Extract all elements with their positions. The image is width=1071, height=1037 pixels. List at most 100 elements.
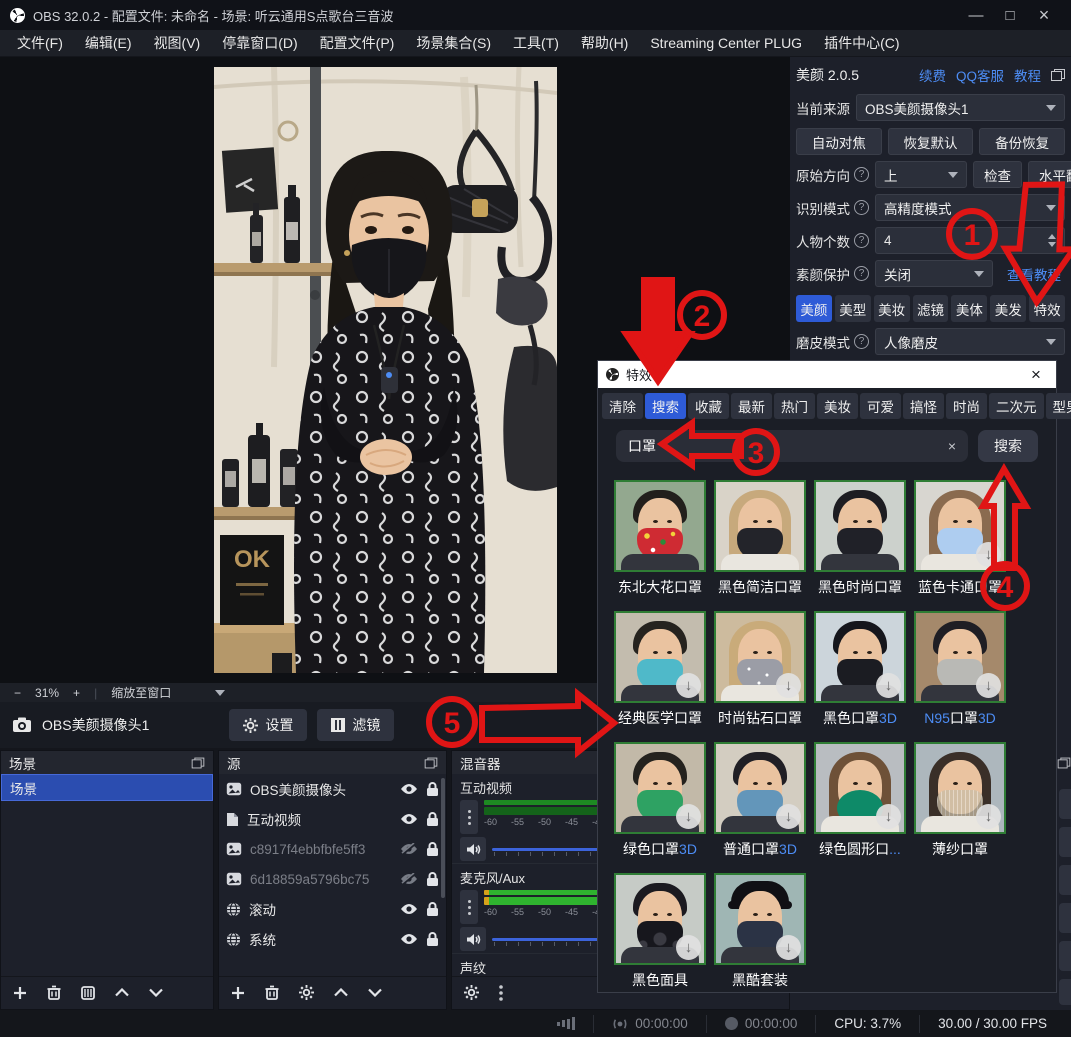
effect-item[interactable]: ↓N95口罩3D	[910, 611, 1010, 728]
beauty-tab-美体[interactable]: 美体	[951, 295, 987, 322]
menu-item-1[interactable]: 编辑(E)	[74, 30, 143, 56]
menu-item-9[interactable]: 插件中心(C)	[813, 30, 910, 56]
lock-icon[interactable]	[426, 842, 439, 857]
spinner-down-icon[interactable]	[1048, 242, 1056, 247]
eye-icon[interactable]	[400, 903, 418, 915]
effect-item[interactable]: ↓绿色圆形口...	[810, 742, 910, 859]
download-icon[interactable]: ↓	[876, 673, 901, 698]
zoom-in-button[interactable]: +	[73, 686, 80, 700]
menu-item-8[interactable]: Streaming Center PLUG	[639, 32, 813, 54]
filters-button[interactable]: 滤镜	[317, 709, 394, 741]
effect-item[interactable]: ↓蓝色卡通口罩	[910, 480, 1010, 597]
source-row[interactable]: 滚动	[219, 894, 446, 924]
effect-item[interactable]: ↓黑酷套装	[710, 873, 810, 990]
clear-search-icon[interactable]: ×	[948, 438, 956, 454]
popout-icon[interactable]	[1051, 69, 1065, 81]
beauty-tab-美颜[interactable]: 美颜	[796, 295, 832, 322]
beauty-tab-美发[interactable]: 美发	[990, 295, 1026, 322]
zoom-out-button[interactable]: −	[14, 686, 21, 700]
hidden-button-edge[interactable]	[1059, 789, 1071, 819]
dialog-close-icon[interactable]: ×	[1024, 365, 1048, 385]
scrollbar[interactable]	[441, 778, 445, 898]
search-button[interactable]: 搜索	[978, 430, 1038, 462]
lock-icon[interactable]	[426, 902, 439, 917]
hidden-button-edge[interactable]	[1059, 979, 1071, 1005]
beauty-tab-特效[interactable]: 特效	[1029, 295, 1065, 322]
effect-tab-二次元[interactable]: 二次元	[989, 393, 1044, 419]
move-scene-up-button[interactable]	[115, 988, 129, 997]
menu-item-0[interactable]: 文件(F)	[6, 30, 74, 56]
source-row[interactable]: c8917f4ebbfbfe5ff3	[219, 834, 446, 864]
chevron-down-icon[interactable]	[215, 690, 225, 696]
scene-item[interactable]: 场景	[1, 774, 213, 801]
orientation-dropdown[interactable]: 上	[875, 161, 967, 188]
source-row[interactable]: 互动视频	[219, 804, 446, 834]
minimize-button[interactable]: —	[959, 2, 993, 28]
effect-item[interactable]: 黑色时尚口罩	[810, 480, 910, 597]
effect-tab-搞怪[interactable]: 搞怪	[903, 393, 944, 419]
detect-mode-dropdown[interactable]: 高精度模式	[875, 194, 1065, 221]
effect-tab-时尚[interactable]: 时尚	[946, 393, 987, 419]
effect-item[interactable]: ↓经典医学口罩	[610, 611, 710, 728]
source-row[interactable]: OBS美颜摄像头	[219, 774, 446, 804]
source-row[interactable]: 6d18859a5796bc75	[219, 864, 446, 894]
beauty-tab-美妆[interactable]: 美妆	[874, 295, 910, 322]
view-tutorial-link[interactable]: 查看教程	[1007, 264, 1061, 284]
effect-tab-收藏[interactable]: 收藏	[688, 393, 729, 419]
popout-icon[interactable]	[425, 757, 438, 768]
current-source-dropdown[interactable]: OBS美颜摄像头1	[856, 94, 1065, 121]
lock-icon[interactable]	[426, 932, 439, 947]
effect-item[interactable]: 东北大花口罩	[610, 480, 710, 597]
eye-icon[interactable]	[400, 813, 418, 825]
effect-tab-最新[interactable]: 最新	[731, 393, 772, 419]
source-row[interactable]: 系统	[219, 924, 446, 954]
remove-source-button[interactable]	[265, 985, 279, 1000]
download-icon[interactable]: ↓	[976, 542, 1001, 567]
download-icon[interactable]: ↓	[676, 673, 701, 698]
menu-item-7[interactable]: 帮助(H)	[570, 30, 639, 56]
effect-item[interactable]: 黑色简洁口罩	[710, 480, 810, 597]
autofocus-button[interactable]: 自动对焦	[796, 128, 882, 155]
renew-link[interactable]: 续费	[919, 65, 946, 85]
lock-icon[interactable]	[426, 872, 439, 887]
mute-button[interactable]	[460, 837, 486, 861]
beauty-tab-滤镜[interactable]: 滤镜	[913, 295, 949, 322]
download-icon[interactable]: ↓	[876, 804, 901, 829]
remove-scene-button[interactable]	[47, 985, 61, 1000]
bareface-protect-dropdown[interactable]: 关闭	[875, 260, 993, 287]
mixer-menu-button[interactable]	[499, 985, 503, 1001]
popout-icon[interactable]	[1058, 758, 1071, 769]
lock-icon[interactable]	[426, 812, 439, 827]
flip-horizontal-button[interactable]: 水平翻转	[1028, 161, 1071, 188]
qq-support-link[interactable]: QQ客服	[956, 65, 1004, 85]
source-properties-button[interactable]	[299, 985, 314, 1000]
effect-tab-可爱[interactable]: 可爱	[860, 393, 901, 419]
menu-item-5[interactable]: 场景集合(S)	[405, 30, 502, 56]
move-source-up-button[interactable]	[334, 988, 348, 997]
beauty-tab-美型[interactable]: 美型	[835, 295, 871, 322]
download-icon[interactable]: ↓	[776, 673, 801, 698]
check-button[interactable]: 检查	[973, 161, 1022, 188]
mixer-settings-button[interactable]	[464, 985, 479, 1000]
close-button[interactable]: ×	[1027, 2, 1061, 28]
download-icon[interactable]: ↓	[676, 935, 701, 960]
eye-off-icon[interactable]	[400, 873, 418, 885]
effect-item[interactable]: ↓黑色面具	[610, 873, 710, 990]
fit-to-window[interactable]: 缩放至窗口	[111, 684, 171, 701]
hidden-button-edge[interactable]	[1059, 865, 1071, 895]
channel-menu-button[interactable]	[460, 800, 478, 834]
eye-icon[interactable]	[400, 933, 418, 945]
scene-filters-button[interactable]	[81, 986, 95, 1000]
menu-item-4[interactable]: 配置文件(P)	[309, 30, 406, 56]
eye-icon[interactable]	[400, 783, 418, 795]
mute-button[interactable]	[460, 927, 486, 951]
settings-button[interactable]: 设置	[229, 709, 307, 741]
effect-tab-型男[interactable]: 型男	[1046, 393, 1071, 419]
maximize-button[interactable]: □	[993, 2, 1027, 28]
effect-item[interactable]: ↓绿色口罩3D	[610, 742, 710, 859]
effect-item[interactable]: ↓时尚钻石口罩	[710, 611, 810, 728]
eye-off-icon[interactable]	[400, 843, 418, 855]
hidden-button-edge[interactable]	[1059, 941, 1071, 971]
tutorial-top-link[interactable]: 教程	[1014, 65, 1041, 85]
hidden-button-edge[interactable]	[1059, 827, 1071, 857]
